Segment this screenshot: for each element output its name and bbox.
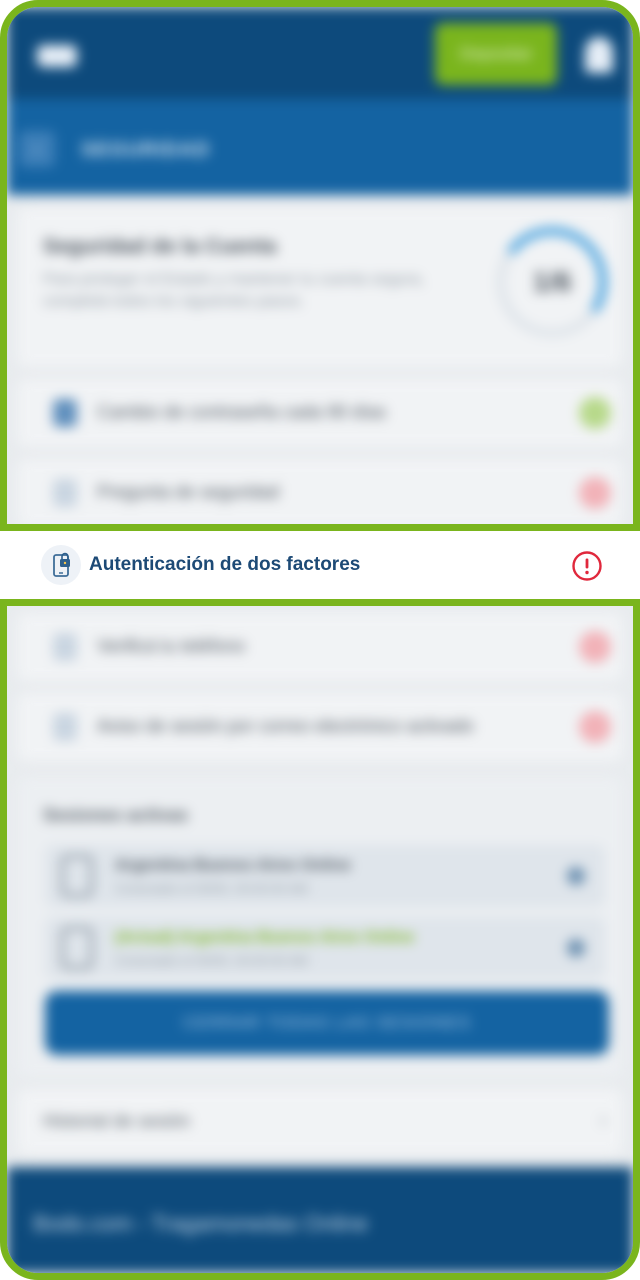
app-frame: Depositar ‹ SEGURIDAD Seguridad de la Cu…: [0, 0, 640, 1280]
site-logo[interactable]: [37, 45, 77, 67]
phone-lock-icon: [41, 545, 81, 585]
security-item-email-alert[interactable]: Aviso de sesión por correo electrónico a…: [17, 693, 623, 761]
phone-icon: [53, 633, 77, 661]
desktop-icon: [61, 855, 93, 897]
session-item: Argentina Buenos Aires Online Conectado …: [45, 845, 605, 907]
security-item-phone[interactable]: Verificá tu teléfono: [17, 613, 623, 681]
security-item-label: Autenticación de dos factores: [89, 554, 361, 575]
session-name: Argentina Buenos Aires Online: [115, 857, 351, 874]
close-all-sessions-button[interactable]: CERRAR TODAS LAS SESIONES: [45, 991, 609, 1055]
check-icon: [579, 397, 611, 429]
lock-icon: [53, 399, 77, 427]
session-detail: Conectado el 00/00, 00:00:00 AM: [115, 953, 308, 968]
session-item-current: (Actual) Argentina Buenos Aires Online C…: [45, 917, 605, 979]
deposit-button[interactable]: Depositar: [435, 23, 557, 85]
section-title: SEGURIDAD: [81, 139, 211, 161]
session-detail: Conectado el 00/00, 00:00:00 AM: [115, 881, 308, 896]
security-item-password[interactable]: Cambio de contraseña cada 90 días: [17, 379, 623, 447]
close-session-icon[interactable]: [567, 867, 585, 885]
alert-icon: [579, 477, 611, 509]
security-item-label: Aviso de sesión por correo electrónico a…: [97, 716, 474, 736]
question-icon: [53, 479, 77, 507]
security-item-question[interactable]: Pregunta de seguridad: [17, 459, 623, 527]
mobile-icon: [61, 927, 93, 969]
footer: Bodo.com - Tragamonedas Online: [7, 1167, 633, 1273]
session-history-item[interactable]: Historial de sesión ›: [17, 1089, 623, 1155]
close-session-icon[interactable]: [567, 939, 585, 957]
active-sessions-card: Sesiones activas Argentina Buenos Aires …: [17, 777, 623, 1077]
footer-text: Bodo.com - Tragamonedas Online: [33, 1211, 369, 1236]
summary-description: Para proteger el Estado y mantener tu cu…: [43, 271, 425, 310]
security-item-two-factor[interactable]: Autenticación de dos factores: [7, 531, 633, 599]
user-icon[interactable]: [585, 37, 613, 73]
chevron-right-icon: ›: [599, 1107, 607, 1132]
security-item-label: Cambio de contraseña cada 90 días: [97, 402, 387, 422]
security-summary-card: Seguridad de la Cuenta Para proteger el …: [17, 207, 623, 367]
mail-icon: [53, 713, 77, 741]
security-item-label: Pregunta de seguridad: [97, 482, 280, 502]
security-item-label: Verificá tu teléfono: [97, 636, 246, 656]
sessions-title: Sesiones activas: [43, 805, 189, 825]
section-header: ‹ SEGURIDAD: [7, 99, 633, 195]
top-navigation-bar: Depositar: [7, 7, 633, 99]
blurred-background: Depositar ‹ SEGURIDAD Seguridad de la Cu…: [7, 7, 633, 1273]
back-button[interactable]: ‹: [19, 131, 55, 167]
history-label: Historial de sesión: [43, 1111, 191, 1131]
session-name: (Actual) Argentina Buenos Aires Online: [115, 929, 415, 946]
alert-icon: [579, 631, 611, 663]
alert-icon: [571, 550, 603, 582]
highlighted-row-frame: Autenticación de dos factores: [0, 524, 640, 606]
progress-score: 1/6: [532, 266, 572, 297]
summary-title: Seguridad de la Cuenta: [43, 235, 277, 258]
alert-icon: [579, 711, 611, 743]
